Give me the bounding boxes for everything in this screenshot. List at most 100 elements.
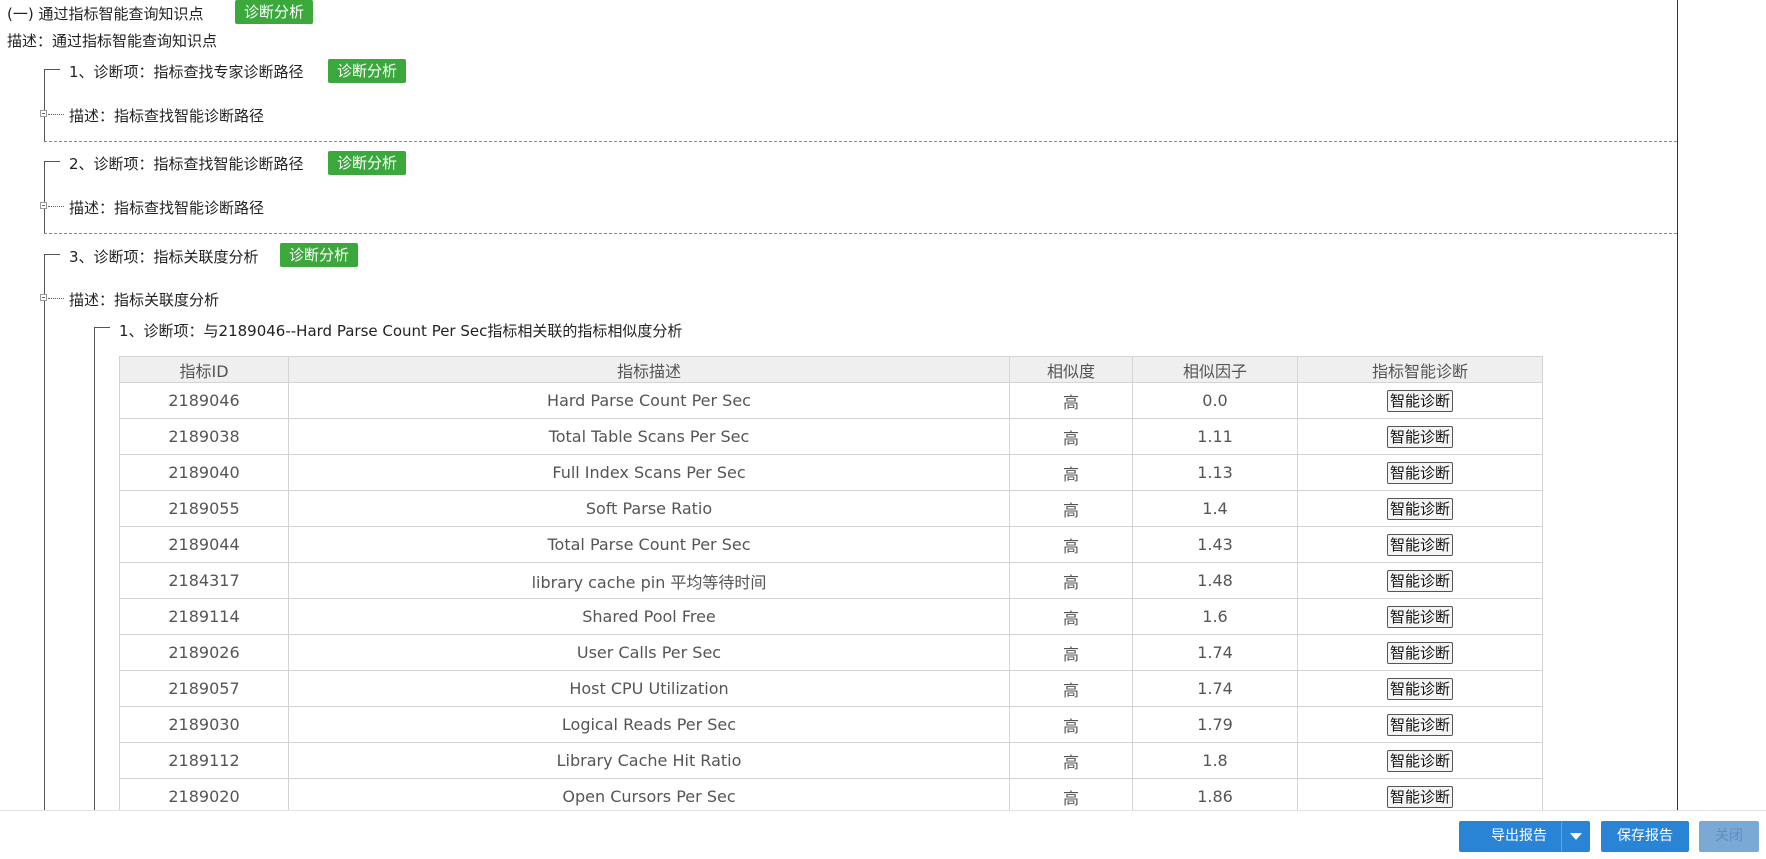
smart-diagnose-button[interactable]: 智能诊断 — [1386, 785, 1453, 808]
col-header-similarity: 相似度 — [1009, 356, 1133, 383]
close-button[interactable]: 关闭 — [1699, 821, 1759, 852]
cell-metric-desc: Hard Parse Count Per Sec — [288, 382, 1010, 419]
cell-similarity: 高 — [1009, 706, 1133, 743]
cell-metric-desc: Full Index Scans Per Sec — [288, 454, 1010, 491]
cell-factor: 1.79 — [1132, 706, 1298, 743]
cell-diagnose: 智能诊断 — [1297, 670, 1543, 707]
cell-similarity: 高 — [1009, 742, 1133, 779]
chevron-down-icon — [1570, 832, 1582, 840]
metrics-table: 指标ID 指标描述 相似度 相似因子 指标智能诊断 2189046 Hard Pa… — [119, 356, 1543, 815]
collapse-icon[interactable] — [40, 202, 47, 209]
table-row: 2189030 Logical Reads Per Sec 高 1.79 智能诊断 — [119, 706, 1543, 743]
save-report-button[interactable]: 保存报告 — [1601, 821, 1689, 852]
smart-diagnose-button[interactable]: 智能诊断 — [1386, 389, 1453, 412]
tree-line — [44, 161, 45, 233]
cell-factor: 1.74 — [1132, 634, 1298, 671]
smart-diagnose-button[interactable]: 智能诊断 — [1386, 713, 1453, 736]
item-3-description: 描述：指标关联度分析 — [69, 291, 220, 309]
cell-metric-id: 2189040 — [119, 454, 289, 491]
item-1-diagnose-button[interactable]: 诊断分析 — [328, 59, 407, 83]
cell-metric-id: 2189030 — [119, 706, 289, 743]
table-row: 2189112 Library Cache Hit Ratio 高 1.8 智能诊断 — [119, 742, 1543, 779]
cell-factor: 1.4 — [1132, 490, 1298, 527]
smart-diagnose-button[interactable]: 智能诊断 — [1386, 749, 1453, 772]
item-2-title: 2、诊断项：指标查找智能诊断路径 — [69, 155, 304, 173]
collapse-icon[interactable] — [40, 110, 47, 117]
cell-metric-id: 2189055 — [119, 490, 289, 527]
table-row: 2189038 Total Table Scans Per Sec 高 1.11 智能诊… — [119, 418, 1543, 455]
cell-metric-id: 2189114 — [119, 598, 289, 635]
cell-metric-desc: Logical Reads Per Sec — [288, 706, 1010, 743]
smart-diagnose-button[interactable]: 智能诊断 — [1386, 461, 1453, 484]
cell-metric-desc: Total Table Scans Per Sec — [288, 418, 1010, 455]
tree-line — [94, 327, 110, 328]
cell-metric-desc: User Calls Per Sec — [288, 634, 1010, 671]
cell-metric-desc: library cache pin 平均等待时间 — [288, 562, 1010, 599]
cell-diagnose: 智能诊断 — [1297, 742, 1543, 779]
content-right-border — [1677, 0, 1678, 810]
sub-item-title: 1、诊断项：与2189046--Hard Parse Count Per Sec… — [119, 322, 683, 340]
cell-similarity: 高 — [1009, 418, 1133, 455]
table-row: 2189044 Total Parse Count Per Sec 高 1.43 智能诊… — [119, 526, 1543, 563]
smart-diagnose-button[interactable]: 智能诊断 — [1386, 497, 1453, 520]
tree-line — [44, 254, 60, 255]
cell-metric-id: 2189026 — [119, 634, 289, 671]
table-row: 2189040 Full Index Scans Per Sec 高 1.13 智能诊断 — [119, 454, 1543, 491]
smart-diagnose-button[interactable]: 智能诊断 — [1386, 425, 1453, 448]
cell-metric-desc: Total Parse Count Per Sec — [288, 526, 1010, 563]
table-row: 2189046 Hard Parse Count Per Sec 高 0.0 智能诊断 — [119, 382, 1543, 419]
section-description: 描述：通过指标智能查询知识点 — [7, 32, 218, 50]
table-row: 2189055 Soft Parse Ratio 高 1.4 智能诊断 — [119, 490, 1543, 527]
tree-line — [48, 298, 64, 299]
smart-diagnose-button[interactable]: 智能诊断 — [1386, 533, 1453, 556]
tree-line — [44, 69, 60, 70]
cell-diagnose: 智能诊断 — [1297, 418, 1543, 455]
item-2-diagnose-button[interactable]: 诊断分析 — [328, 151, 407, 175]
item-1-title: 1、诊断项：指标查找专家诊断路径 — [69, 63, 304, 81]
cell-diagnose: 智能诊断 — [1297, 454, 1543, 491]
table-row: 2189057 Host CPU Utilization 高 1.74 智能诊断 — [119, 670, 1543, 707]
table-row: 2189026 User Calls Per Sec 高 1.74 智能诊断 — [119, 634, 1543, 671]
item-2-description: 描述：指标查找智能诊断路径 — [69, 199, 265, 217]
cell-metric-id: 2189046 — [119, 382, 289, 419]
item-separator — [44, 141, 1677, 142]
smart-diagnose-button[interactable]: 智能诊断 — [1386, 605, 1453, 628]
cell-diagnose: 智能诊断 — [1297, 598, 1543, 635]
cell-factor: 1.74 — [1132, 670, 1298, 707]
cell-metric-desc: Soft Parse Ratio — [288, 490, 1010, 527]
cell-metric-desc: Host CPU Utilization — [288, 670, 1010, 707]
cell-factor: 1.48 — [1132, 562, 1298, 599]
cell-factor: 1.11 — [1132, 418, 1298, 455]
table-header-row: 指标ID 指标描述 相似度 相似因子 指标智能诊断 — [119, 356, 1543, 383]
tree-line — [48, 206, 64, 207]
cell-similarity: 高 — [1009, 526, 1133, 563]
col-header-factor: 相似因子 — [1132, 356, 1298, 383]
tree-line — [44, 161, 60, 162]
table-row: 2184317 library cache pin 平均等待时间高 1.48 智能诊断 — [119, 562, 1543, 599]
tree-line — [44, 69, 45, 141]
col-header-id: 指标ID — [119, 356, 289, 383]
cell-metric-id: 2189057 — [119, 670, 289, 707]
cell-similarity: 高 — [1009, 454, 1133, 491]
col-header-desc: 指标描述 — [288, 356, 1010, 383]
collapse-icon[interactable] — [40, 294, 47, 301]
smart-diagnose-button[interactable]: 智能诊断 — [1386, 641, 1453, 664]
item-3-diagnose-button[interactable]: 诊断分析 — [280, 243, 359, 267]
smart-diagnose-button[interactable]: 智能诊断 — [1386, 569, 1453, 592]
cell-diagnose: 智能诊断 — [1297, 490, 1543, 527]
item-1-description: 描述：指标查找智能诊断路径 — [69, 107, 265, 125]
cell-diagnose: 智能诊断 — [1297, 634, 1543, 671]
tree-line — [94, 327, 95, 810]
cell-factor: 1.6 — [1132, 598, 1298, 635]
cell-factor: 1.13 — [1132, 454, 1298, 491]
section-diagnose-button[interactable]: 诊断分析 — [235, 0, 314, 24]
cell-diagnose: 智能诊断 — [1297, 526, 1543, 563]
export-dropdown-button[interactable] — [1561, 821, 1590, 852]
cell-metric-desc: Library Cache Hit Ratio — [288, 742, 1010, 779]
smart-diagnose-button[interactable]: 智能诊断 — [1386, 677, 1453, 700]
item-separator — [44, 233, 1677, 234]
export-report-label: 导出报告 — [1491, 828, 1547, 844]
cell-factor: 0.0 — [1132, 382, 1298, 419]
cell-similarity: 高 — [1009, 670, 1133, 707]
cell-similarity: 高 — [1009, 490, 1133, 527]
